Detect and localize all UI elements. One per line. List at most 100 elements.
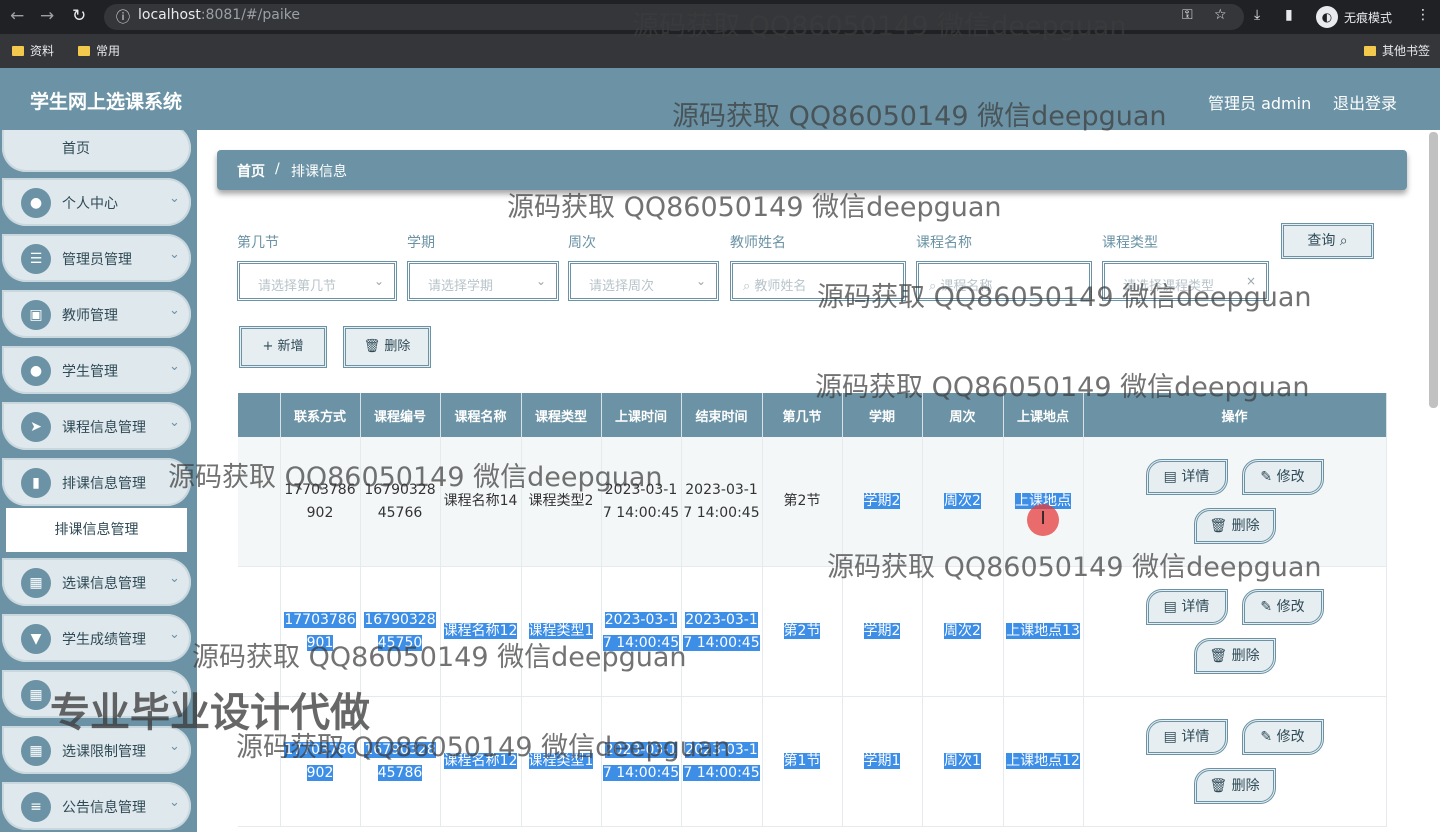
filter-label-period: 第几节 — [237, 235, 279, 251]
teacher-name-input[interactable]: ⌕ 教师姓名 — [730, 261, 906, 301]
logout-link[interactable]: 退出登录 — [1333, 90, 1397, 114]
filter-label-course-type: 课程类型 — [1102, 235, 1158, 251]
cell-text: 第2节 — [783, 623, 821, 639]
delete-label: 删除 — [1231, 648, 1260, 664]
course-name-input[interactable]: ⌕ 课程名称 — [916, 261, 1092, 301]
cell-phone: 17703786901 — [280, 566, 361, 697]
pencil-icon: ✎ — [1260, 729, 1277, 745]
sidebar-item-home[interactable]: 首页 — [2, 130, 191, 172]
sidebar-item-grades[interactable]: ▼ 学生成绩管理 ⌄ — [2, 614, 191, 662]
column-header[interactable]: 联系方式 — [280, 393, 361, 437]
table-row[interactable]: 17703786902 1679032845786 课程名称12 课程类型1 2… — [238, 696, 1387, 827]
incognito-icon[interactable]: ◐ — [1316, 6, 1338, 28]
column-header[interactable]: 课程编号 — [360, 393, 441, 437]
column-header[interactable]: 课程类型 — [521, 393, 602, 437]
sidebar-item-admin[interactable]: ☰ 管理员管理 ⌄ — [2, 234, 191, 282]
clear-icon[interactable]: × — [1246, 274, 1256, 288]
cell-term: 学期2 — [842, 437, 923, 567]
key-icon[interactable]: ⚿ — [1182, 7, 1193, 23]
url-text[interactable]: localhost:8081/#/paike — [138, 7, 300, 23]
batch-delete-button[interactable]: 🗑 删除 — [343, 326, 431, 368]
table-row[interactable]: 17703786902 1679032845766 课程名称14 课程类型2 2… — [238, 437, 1387, 567]
download-icon[interactable]: ⤓ — [1254, 7, 1260, 23]
reload-icon[interactable]: ↻ — [72, 6, 86, 26]
chevron-up-icon: ⌃ — [169, 471, 180, 486]
detail-label: 详情 — [1181, 599, 1210, 615]
cell-course-type: 课程类型1 — [521, 566, 602, 697]
period-select[interactable]: 请选择第几节 ⌄ — [237, 261, 397, 301]
trash-icon: 🗑 — [1209, 778, 1232, 794]
bookmark-label: 资料 — [30, 44, 55, 58]
cell-end-time: 2023-03-17 14:00:45 — [681, 696, 763, 827]
row-checkbox[interactable] — [238, 566, 281, 697]
sidebar-icon[interactable]: ▮ — [1285, 7, 1293, 23]
bookmark-folder-0[interactable]: 资料 — [12, 42, 54, 59]
sidebar-item-label: 课程信息管理 — [62, 420, 146, 436]
add-button[interactable]: + 新增 — [239, 326, 327, 368]
chevron-down-icon: ⌄ — [169, 415, 180, 430]
sidebar-subitem-schedule[interactable]: 排课信息管理 — [6, 508, 187, 552]
detail-button[interactable]: ▤ 详情 — [1145, 719, 1228, 755]
query-button[interactable]: 查询 ⌕ — [1281, 223, 1374, 259]
star-icon[interactable]: ☆ — [1214, 7, 1227, 23]
delete-label: 删除 — [384, 339, 411, 354]
delete-button[interactable]: 🗑 删除 — [1193, 638, 1276, 674]
column-header[interactable]: 上课时间 — [601, 393, 682, 437]
column-header[interactable]: 课程名称 — [440, 393, 522, 437]
scrollbar-thumb[interactable] — [1429, 132, 1438, 408]
delete-button[interactable]: 🗑 删除 — [1193, 508, 1276, 544]
edit-button[interactable]: ✎ 修改 — [1241, 719, 1324, 755]
list-icon: ☰ — [21, 244, 51, 274]
course-type-select[interactable]: 请选择课程类型 × — [1102, 261, 1269, 301]
sidebar-item-student[interactable]: ● 学生管理 ⌄ — [2, 346, 191, 394]
edit-button[interactable]: ✎ 修改 — [1241, 589, 1324, 625]
app-header: 学生网上选课系统 管理员 admin 退出登录 — [0, 68, 1440, 130]
user-icon: ● — [21, 356, 51, 386]
detail-button[interactable]: ▤ 详情 — [1145, 589, 1228, 625]
pencil-icon: ✎ — [1260, 469, 1277, 485]
table-row[interactable]: 17703786901 1679032845750 课程名称12 课程类型1 2… — [238, 566, 1387, 697]
chevron-down-icon: ⌄ — [169, 359, 180, 374]
row-checkbox[interactable] — [238, 437, 281, 567]
column-header[interactable]: 学期 — [842, 393, 923, 437]
column-header[interactable]: 上课地点 — [1003, 393, 1084, 437]
week-select[interactable]: 请选择周次 ⌄ — [568, 261, 719, 301]
cell-start-time: 2023-03-17 14:00:45 — [601, 437, 682, 567]
info-icon[interactable]: ⓘ — [116, 7, 130, 27]
cell-text: 周次2 — [944, 493, 981, 509]
cell-course-type: 课程类型2 — [521, 437, 602, 567]
filter-label-week: 周次 — [568, 235, 596, 251]
folder-icon — [12, 45, 24, 56]
bookmark-folder-1[interactable]: 常用 — [78, 42, 120, 59]
chevron-down-icon: ⌄ — [169, 627, 180, 642]
big-watermark: 专业毕业设计代做 — [50, 690, 370, 736]
forward-icon[interactable]: → — [40, 6, 54, 26]
breadcrumb: 首页 / 排课信息 — [217, 150, 1407, 190]
sidebar-item-teacher[interactable]: ▣ 教师管理 ⌄ — [2, 290, 191, 338]
cell-text: 第2节 — [783, 493, 821, 509]
schedule-table: 联系方式 课程编号 课程名称 课程类型 上课时间 结束时间 第几节 学期 周次 … — [238, 393, 1387, 827]
sidebar-item-notice[interactable]: ≡ 公告信息管理 ⌄ — [2, 782, 191, 830]
column-header[interactable]: 第几节 — [762, 393, 843, 437]
sidebar-item-selection[interactable]: ▦ 选课信息管理 ⌄ — [2, 558, 191, 606]
menu-icon[interactable]: ⋮ — [1416, 7, 1430, 23]
sidebar-item-personal[interactable]: ● 个人中心 ⌄ — [2, 178, 191, 226]
delete-button[interactable]: 🗑 删除 — [1193, 768, 1276, 804]
cell-course-code: 1679032845750 — [360, 566, 441, 697]
detail-button[interactable]: ▤ 详情 — [1145, 459, 1228, 495]
breadcrumb-home[interactable]: 首页 — [237, 161, 265, 181]
column-header[interactable]: 周次 — [922, 393, 1004, 437]
sidebar-item-schedule[interactable]: ▮ 排课信息管理 ⌃ — [2, 458, 191, 506]
input-placeholder: 课程名称 — [940, 279, 993, 294]
edit-button[interactable]: ✎ 修改 — [1241, 459, 1324, 495]
sidebar-item-course[interactable]: ➤ 课程信息管理 ⌄ — [2, 402, 191, 450]
other-bookmarks[interactable]: 其他书签 — [1364, 42, 1430, 59]
term-select[interactable]: 请选择学期 ⌄ — [407, 261, 559, 301]
column-header[interactable]: 结束时间 — [681, 393, 763, 437]
app-title: 学生网上选课系统 — [30, 91, 183, 113]
delete-label: 删除 — [1231, 778, 1260, 794]
edit-label: 修改 — [1276, 729, 1305, 745]
cell-course-code: 1679032845786 — [360, 696, 441, 827]
back-icon[interactable]: ← — [10, 6, 24, 26]
document-icon: ▤ — [1163, 469, 1182, 485]
